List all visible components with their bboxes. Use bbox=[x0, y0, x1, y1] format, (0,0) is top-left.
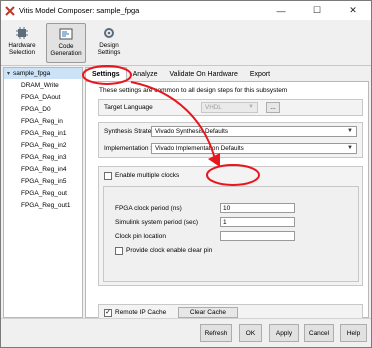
clocking-group: Enable multiple clocks FPGA clock period… bbox=[98, 166, 363, 286]
window-title: Vitis Model Composer: sample_fpga bbox=[19, 6, 140, 15]
clock-enable-clear-pin-label: Provide clock enable clear pin bbox=[126, 247, 213, 254]
clock-enable-clear-pin-checkbox[interactable] bbox=[115, 247, 123, 255]
app-window: Vitis Model Composer: sample_fpga — ☐ ✕ … bbox=[0, 0, 372, 348]
simulink-system-period-field[interactable]: 1 bbox=[220, 217, 295, 227]
tab-strip: Settings Analyze Validate On Hardware Ex… bbox=[85, 67, 276, 81]
target-language-select[interactable]: VHDL ▼ bbox=[201, 102, 258, 113]
tab-settings[interactable]: Settings bbox=[85, 67, 127, 81]
clock-settings-group: FPGA clock period (ns) 10 Simulink syste… bbox=[103, 186, 359, 282]
target-language-value: VHDL bbox=[205, 104, 222, 111]
remote-ip-cache-checkbox[interactable]: ✓ bbox=[104, 309, 112, 317]
hardware-selection-label: Hardware Selection bbox=[8, 42, 36, 56]
tree-item[interactable]: FPGA_Reg_in1 bbox=[4, 127, 82, 139]
tree-item[interactable]: FPGA_Reg_out1 bbox=[4, 199, 82, 211]
apply-button[interactable]: Apply bbox=[269, 324, 299, 342]
fpga-clock-period-field[interactable]: 10 bbox=[220, 203, 295, 213]
chevron-down-icon: ▼ bbox=[347, 145, 353, 151]
implementation-strategy-value: Vivado Implementation Defaults bbox=[155, 145, 244, 152]
strategy-group: Synthesis Strategy Vivado Synthesis Defa… bbox=[98, 122, 363, 158]
synthesis-strategy-select[interactable]: Vivado Synthesis Defaults ▼ bbox=[151, 126, 357, 137]
clear-cache-button[interactable]: Clear Cache bbox=[178, 307, 238, 318]
tree-item[interactable]: FPGA_Reg_out bbox=[4, 187, 82, 199]
maximize-button[interactable]: ☐ bbox=[299, 1, 335, 20]
tree-item[interactable]: FPGA_Reg_in3 bbox=[4, 151, 82, 163]
tree-item[interactable]: FPGA_Reg_in2 bbox=[4, 139, 82, 151]
settings-panel: Settings Analyze Validate On Hardware Ex… bbox=[85, 67, 369, 318]
remote-ip-cache-label: Remote IP Cache bbox=[115, 309, 167, 316]
close-button[interactable]: ✕ bbox=[335, 1, 371, 20]
design-settings-label: Design Settings bbox=[97, 42, 121, 56]
cancel-button[interactable]: Cancel bbox=[304, 324, 334, 342]
enable-multiple-clocks-checkbox[interactable] bbox=[104, 172, 112, 180]
synthesis-strategy-value: Vivado Synthesis Defaults bbox=[155, 128, 229, 135]
code-generation-label: Code Generation bbox=[50, 43, 82, 57]
implementation-strategy-select[interactable]: Vivado Implementation Defaults ▼ bbox=[151, 143, 357, 154]
enable-multiple-clocks-label: Enable multiple clocks bbox=[115, 172, 180, 179]
target-language-group: Target Language VHDL ▼ ... bbox=[98, 99, 363, 116]
target-language-label: Target Language bbox=[104, 104, 153, 111]
tree-root-item[interactable]: ▾ sample_fpga bbox=[4, 68, 82, 79]
toolbar: Hardware Selection Code Generation Desig… bbox=[1, 20, 371, 66]
design-settings-button[interactable]: Design Settings bbox=[92, 23, 126, 63]
chevron-down-icon: ▼ bbox=[347, 128, 353, 134]
code-generation-button[interactable]: Code Generation bbox=[46, 23, 86, 63]
tree-item[interactable]: FPGA_DAout bbox=[4, 91, 82, 103]
clock-pin-location-field[interactable] bbox=[220, 231, 295, 241]
clock-pin-location-label: Clock pin location bbox=[115, 233, 166, 240]
code-generation-icon bbox=[59, 28, 73, 40]
ip-cache-group: ✓ Remote IP Cache Clear Cache bbox=[98, 304, 363, 318]
minimize-button[interactable]: — bbox=[263, 1, 299, 20]
ok-button[interactable]: OK bbox=[239, 324, 262, 342]
dialog-button-bar: Refresh OK Apply Cancel Help bbox=[1, 318, 371, 347]
tree-item[interactable]: FPGA_Reg_in4 bbox=[4, 163, 82, 175]
app-logo-icon bbox=[5, 5, 15, 16]
chevron-down-icon[interactable]: ▾ bbox=[4, 70, 13, 77]
tree-item[interactable]: FPGA_Reg_in5 bbox=[4, 175, 82, 187]
refresh-button[interactable]: Refresh bbox=[200, 324, 232, 342]
browse-button[interactable]: ... bbox=[266, 102, 280, 113]
tree-item[interactable]: FPGA_D0 bbox=[4, 103, 82, 115]
help-button[interactable]: Help bbox=[340, 324, 367, 342]
tab-validate-on-hardware[interactable]: Validate On Hardware bbox=[164, 68, 244, 81]
settings-description: These settings are common to all design … bbox=[99, 87, 288, 94]
chevron-down-icon: ▼ bbox=[248, 104, 254, 110]
tree-root-label: sample_fpga bbox=[13, 70, 51, 77]
hardware-selection-button[interactable]: Hardware Selection bbox=[5, 23, 39, 63]
subsystem-tree: ▾ sample_fpga DRAM_Write FPGA_DAout FPGA… bbox=[3, 67, 83, 318]
fpga-clock-period-label: FPGA clock period (ns) bbox=[115, 205, 182, 212]
settings-icon bbox=[104, 28, 114, 38]
tree-item[interactable]: FPGA_Reg_in bbox=[4, 115, 82, 127]
simulink-system-period-label: Simulink system period (sec) bbox=[115, 219, 199, 226]
tree-item[interactable]: DRAM_Write bbox=[4, 79, 82, 91]
tab-analyze[interactable]: Analyze bbox=[127, 68, 164, 81]
tab-export[interactable]: Export bbox=[244, 68, 276, 81]
title-bar: Vitis Model Composer: sample_fpga — ☐ ✕ bbox=[1, 1, 371, 20]
chip-icon bbox=[16, 27, 28, 39]
settings-tab-content: These settings are common to all design … bbox=[85, 81, 369, 318]
